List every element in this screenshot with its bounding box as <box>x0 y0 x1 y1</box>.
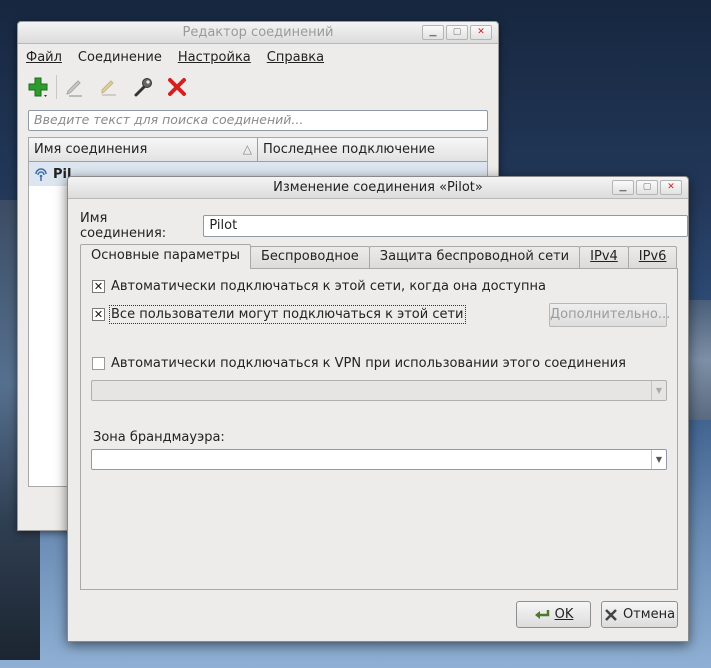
minimize-icon[interactable]: ▁ <box>422 25 444 40</box>
edit-connection-dialog: Изменение соединения «Pilot» ▁ ▢ ✕ Имя с… <box>67 176 689 642</box>
maximize-icon[interactable]: ▢ <box>636 180 658 195</box>
connection-name-row: Имя соединения: Pilot <box>80 211 688 241</box>
search-input[interactable]: Введите текст для поиска соединений... <box>28 110 488 131</box>
chevron-down-icon: ▼ <box>651 450 666 469</box>
auto-connect-label: Автоматически подключаться к этой сети, … <box>111 279 546 294</box>
vpn-auto-connect-label: Автоматически подключаться к VPN при исп… <box>111 356 626 371</box>
tab-wireless-security[interactable]: Защита беспроводной сети <box>368 246 581 268</box>
ok-label: OK <box>554 607 574 622</box>
vpn-auto-connect-checkbox[interactable] <box>92 357 105 370</box>
chevron-down-icon: ▼ <box>651 381 666 400</box>
connection-name-label: Имя соединения: <box>80 211 167 241</box>
general-tab-panel: ✕ Автоматически подключаться к этой сети… <box>80 268 678 590</box>
column-header-last-used[interactable]: Последнее подключение <box>258 138 487 161</box>
toolbar-separator <box>56 75 57 99</box>
menu-help[interactable]: Справка <box>267 50 324 65</box>
maximize-icon[interactable]: ▢ <box>446 25 468 40</box>
firewall-zone-label: Зона брандмауэра: <box>93 430 225 445</box>
vpn-auto-connect-row[interactable]: Автоматически подключаться к VPN при исп… <box>92 356 626 371</box>
tab-wireless[interactable]: Беспроводное <box>249 246 370 268</box>
all-users-row[interactable]: ✕ Все пользователи могут подключаться к … <box>92 305 466 324</box>
tab-bar: Основные параметры Беспроводное Защита б… <box>80 244 678 269</box>
minimize-icon[interactable]: ▁ <box>612 180 634 195</box>
list-header: Имя соединения △ Последнее подключение <box>29 138 487 162</box>
cancel-button[interactable]: Отмена <box>601 601 678 628</box>
connection-editor-titlebar[interactable]: Редактор соединений ▁ ▢ ✕ <box>18 22 498 44</box>
column-header-name[interactable]: Имя соединения △ <box>29 138 258 161</box>
menu-settings[interactable]: Настройка <box>178 50 251 65</box>
add-icon[interactable] <box>26 75 50 99</box>
connection-name-input[interactable]: Pilot <box>203 215 688 237</box>
tab-ipv6[interactable]: IPv6 <box>627 246 678 268</box>
cancel-label: Отмена <box>622 607 676 622</box>
ok-icon <box>534 609 549 619</box>
wireless-icon <box>35 168 47 181</box>
close-icon[interactable]: ✕ <box>660 180 682 195</box>
cancel-icon <box>605 608 617 621</box>
settings-wrench-icon[interactable] <box>131 75 155 99</box>
window-controls: ▁ ▢ ✕ <box>422 25 492 40</box>
dialog-titlebar[interactable]: Изменение соединения «Pilot» ▁ ▢ ✕ <box>68 177 688 199</box>
dialog-window-controls: ▁ ▢ ✕ <box>612 180 682 195</box>
all-users-label: Все пользователи могут подключаться к эт… <box>109 305 466 324</box>
firewall-zone-select[interactable]: ▼ <box>91 449 667 470</box>
auto-connect-row[interactable]: ✕ Автоматически подключаться к этой сети… <box>92 279 546 294</box>
menu-connection[interactable]: Соединение <box>78 50 162 65</box>
dialog-title: Изменение соединения «Pilot» <box>273 180 483 195</box>
all-users-checkbox[interactable]: ✕ <box>92 308 105 321</box>
menubar: Файл Соединение Настройка Справка <box>18 44 498 70</box>
tab-general[interactable]: Основные параметры <box>80 244 251 269</box>
menu-file[interactable]: Файл <box>26 50 62 65</box>
advanced-button[interactable]: Дополнительно... <box>549 303 670 327</box>
sort-ascending-icon: △ <box>242 142 252 156</box>
ok-button[interactable]: OK <box>516 601 591 628</box>
close-icon[interactable]: ✕ <box>470 25 492 40</box>
copy-icon[interactable] <box>97 75 121 99</box>
column-name-label: Имя соединения <box>34 142 148 157</box>
vpn-select[interactable]: ▼ <box>91 380 667 401</box>
toolbar <box>18 70 498 104</box>
auto-connect-checkbox[interactable]: ✕ <box>92 280 105 293</box>
edit-icon[interactable] <box>63 75 87 99</box>
delete-icon[interactable] <box>165 75 189 99</box>
tab-ipv4[interactable]: IPv4 <box>579 246 629 268</box>
window-title: Редактор соединений <box>182 25 334 40</box>
